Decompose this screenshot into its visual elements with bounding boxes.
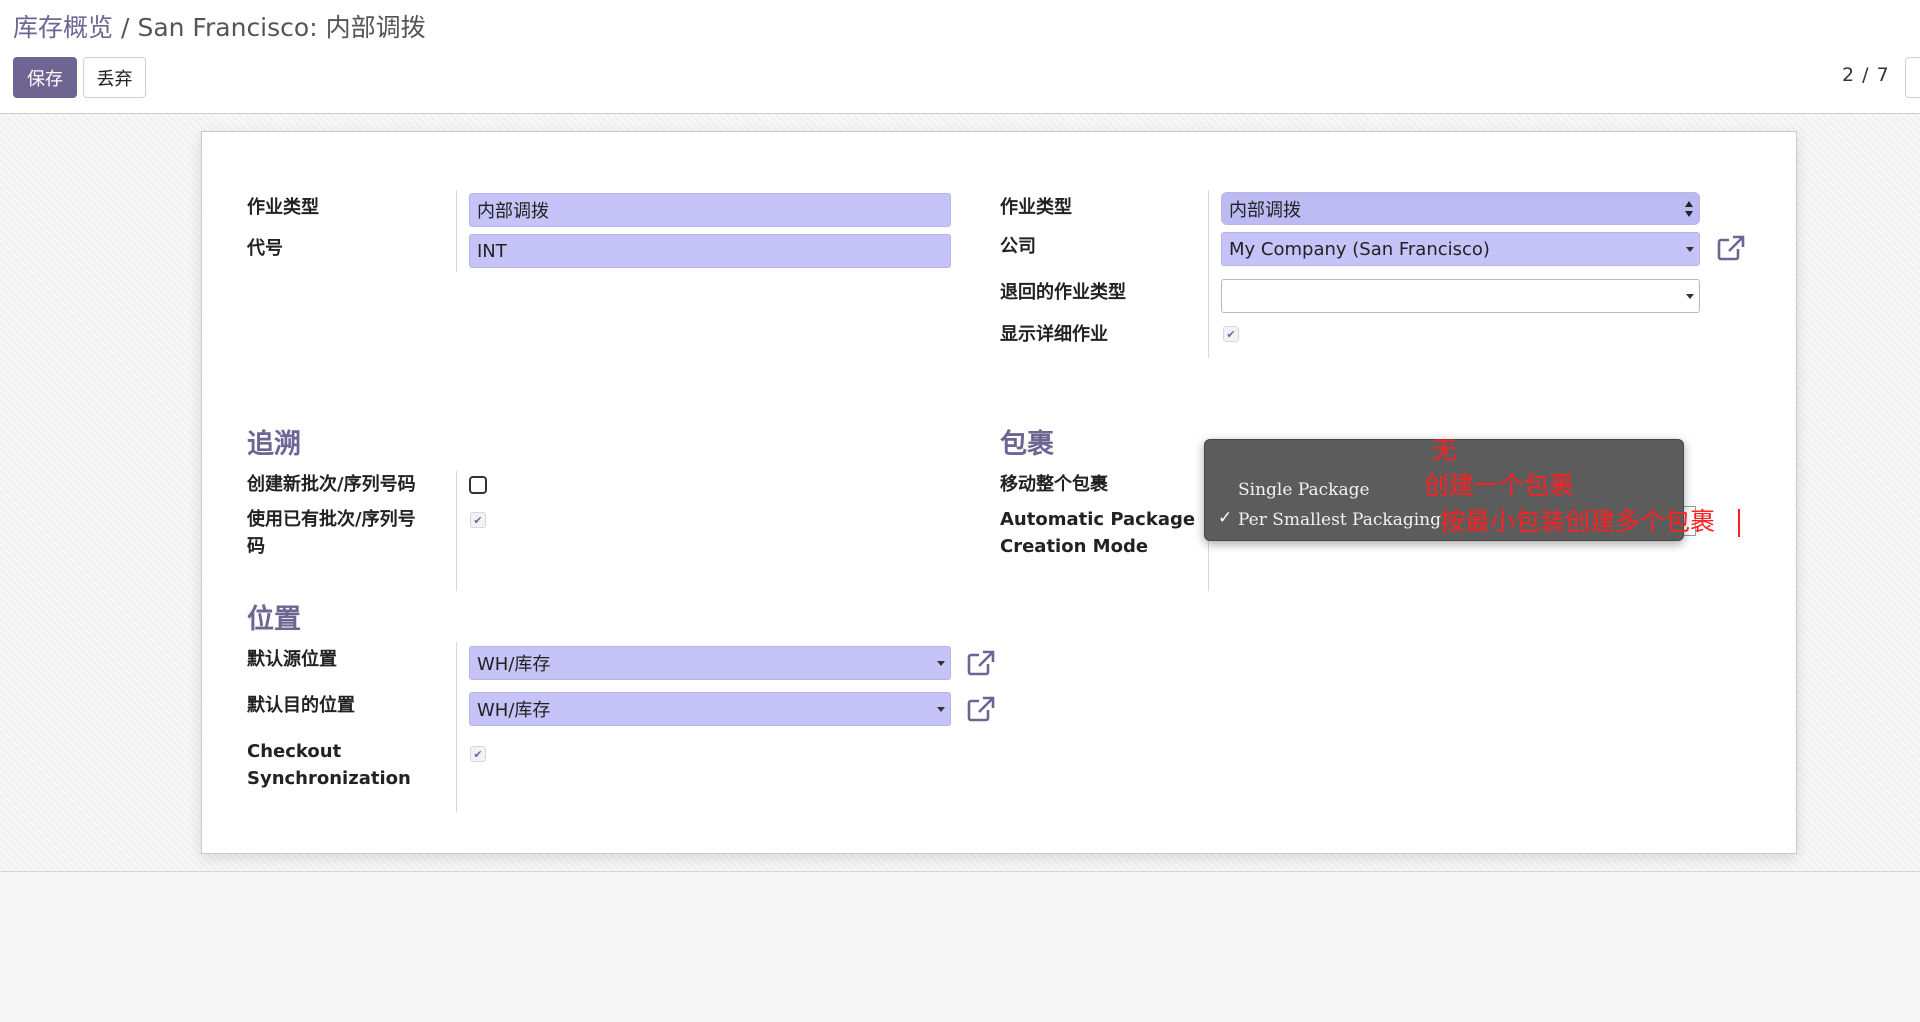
right-group-divider [1208, 190, 1209, 358]
caret-down-icon [937, 707, 945, 712]
traceability-divider [456, 471, 457, 591]
company-select[interactable]: My Company (San Francisco) [1221, 232, 1700, 266]
caret-down-icon [1686, 294, 1694, 299]
dropdown-option-single-package[interactable]: Single Package [1238, 480, 1370, 500]
checkout-sync-label: Checkout Synchronization [247, 738, 411, 792]
use-existing-lots-label-line2: 码 [247, 536, 265, 557]
breadcrumb-root-link[interactable]: 库存概览 [13, 13, 113, 42]
use-existing-lots-label: 使用已有批次/序列号 码 [247, 506, 416, 560]
control-panel: 库存概览 / San Francisco: 内部调拨 保存 丢弃 2 / 7 [0, 0, 1920, 114]
default-destination-location-value: WH/库存 [477, 700, 551, 721]
move-entire-packages-label: 移动整个包裹 [1000, 474, 1108, 495]
default-source-location-label: 默认源位置 [247, 649, 337, 670]
breadcrumb: 库存概览 / San Francisco: 内部调拨 [13, 8, 426, 44]
auto-package-mode-label: Automatic Package Creation Mode [1000, 506, 1195, 560]
checkout-sync-label-line2: Synchronization [247, 768, 411, 789]
annotation-none: 无 [1432, 436, 1458, 465]
pager-next-button[interactable] [1905, 57, 1920, 98]
show-detailed-label: 显示详细作业 [1000, 324, 1108, 345]
company-label: 公司 [1000, 236, 1036, 257]
external-link-icon[interactable] [966, 695, 996, 723]
checkmark-icon: ✔ [1226, 327, 1236, 341]
caret-down-icon [937, 661, 945, 666]
code-input[interactable]: INT [469, 234, 951, 268]
default-source-location-select[interactable]: WH/库存 [469, 646, 951, 680]
breadcrumb-current: San Francisco: 内部调拨 [137, 13, 426, 42]
annotation-single-package: 创建一个包裹 [1424, 471, 1575, 500]
show-detailed-checkbox[interactable]: ✔ [1223, 326, 1239, 342]
company-select-value: My Company (San Francisco) [1229, 238, 1490, 260]
locations-section-title: 位置 [247, 604, 301, 635]
packages-section-title: 包裹 [1000, 429, 1054, 460]
operation-type-select[interactable]: 内部调拨 [1221, 192, 1700, 225]
default-destination-location-select[interactable]: WH/库存 [469, 692, 951, 726]
return-type-select[interactable] [1221, 279, 1700, 313]
use-existing-lots-label-line1: 使用已有批次/序列号 [247, 509, 416, 530]
default-source-location-value: WH/库存 [477, 654, 551, 675]
code-label: 代号 [247, 238, 283, 259]
left-group-divider [456, 190, 457, 272]
operation-type-label: 作业类型 [1000, 197, 1072, 218]
annotation-per-smallest-packaging: 按最小包装创建多个包裹 [1440, 507, 1716, 536]
breadcrumb-separator: / [121, 13, 130, 42]
save-button[interactable]: 保存 [13, 57, 77, 98]
pager-value: 2 / 7 [1842, 64, 1890, 86]
operation-type-select-value: 内部调拨 [1229, 199, 1301, 221]
external-link-icon[interactable] [966, 649, 996, 677]
discard-button[interactable]: 丢弃 [83, 57, 146, 98]
checkmark-icon: ✔ [473, 513, 483, 527]
create-lots-checkbox[interactable] [469, 476, 487, 494]
operation-type-name-input[interactable]: 内部调拨 [469, 193, 951, 227]
locations-divider [456, 642, 457, 812]
create-lots-label: 创建新批次/序列号码 [247, 474, 416, 495]
text-cursor [1738, 509, 1740, 537]
updown-arrows-icon [1685, 200, 1693, 220]
use-existing-lots-checkbox[interactable]: ✔ [470, 512, 486, 528]
traceability-section-title: 追溯 [247, 429, 301, 460]
checkout-sync-label-line1: Checkout [247, 741, 342, 762]
dropdown-option-per-smallest-packaging[interactable]: Per Smallest Packaging [1238, 510, 1441, 530]
operation-type-name-label: 作业类型 [247, 197, 319, 218]
bottom-area [0, 872, 1920, 1022]
return-type-label: 退回的作业类型 [1000, 282, 1126, 303]
auto-package-mode-label-line1: Automatic Package [1000, 509, 1196, 530]
default-destination-location-label: 默认目的位置 [247, 695, 355, 716]
auto-package-mode-label-line2: Creation Mode [1000, 536, 1149, 557]
external-link-icon[interactable] [1716, 234, 1746, 262]
caret-down-icon [1686, 247, 1694, 252]
checkmark-icon: ✔ [473, 747, 483, 761]
checkout-sync-checkbox[interactable]: ✔ [470, 746, 486, 762]
selected-check-icon: ✓ [1218, 508, 1233, 528]
